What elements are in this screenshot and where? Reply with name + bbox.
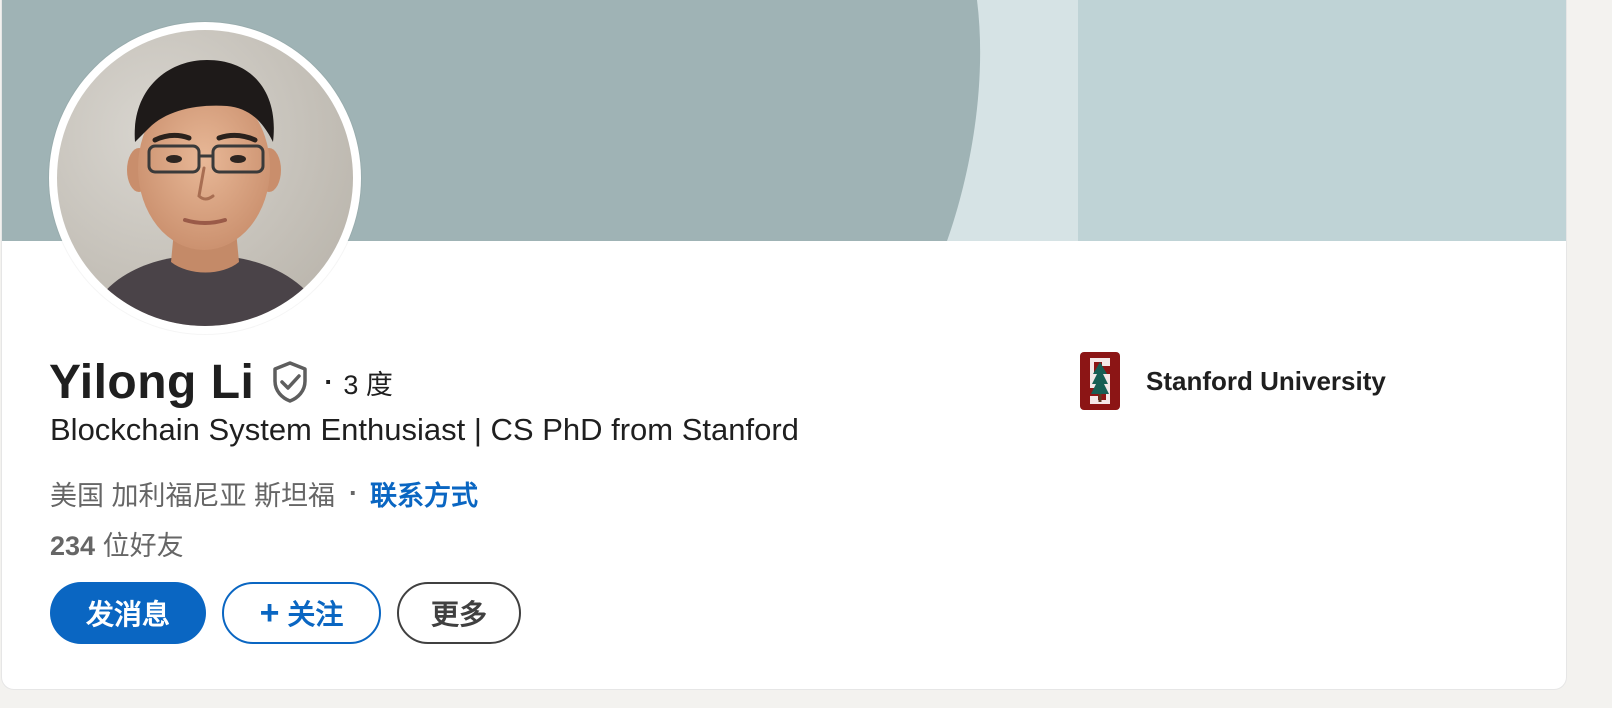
location-row: 美国 加利福尼亚 斯坦福 · 联系方式 [50, 474, 478, 513]
shield-check-icon[interactable] [270, 360, 310, 404]
profile-photo[interactable] [49, 22, 361, 334]
message-button[interactable]: 发消息 [50, 582, 206, 644]
avatar [57, 30, 353, 326]
connections-number: 234 [50, 531, 96, 561]
plus-icon: + [259, 594, 280, 632]
connection-degree: · 3 度 [324, 363, 393, 402]
connections-count[interactable]: 234 位好友 [50, 524, 184, 563]
school-name: Stanford University [1146, 365, 1386, 396]
name-row: Yilong Li · 3 度 [49, 352, 393, 412]
degree-separator: · [324, 366, 334, 397]
profile-card: Yilong Li · 3 度 Blockchain System Enthus… [2, 0, 1566, 689]
location-separator: · [349, 478, 359, 508]
education-entry[interactable]: Stanford University [1080, 352, 1386, 410]
follow-button[interactable]: + 关注 [222, 582, 381, 644]
more-button[interactable]: 更多 [397, 582, 521, 644]
profile-name: Yilong Li [49, 355, 255, 409]
profile-actions: 发消息 + 关注 更多 [50, 582, 521, 644]
profile-headline: Blockchain System Enthusiast | CS PhD fr… [50, 412, 799, 447]
profile-location: 美国 加利福尼亚 斯坦福 [50, 481, 336, 511]
degree-label: 3 度 [343, 369, 393, 400]
connections-label: 位好友 [102, 531, 184, 561]
stanford-logo [1080, 352, 1120, 410]
contact-info-link[interactable]: 联系方式 [370, 474, 478, 513]
follow-button-label: 关注 [287, 599, 344, 630]
